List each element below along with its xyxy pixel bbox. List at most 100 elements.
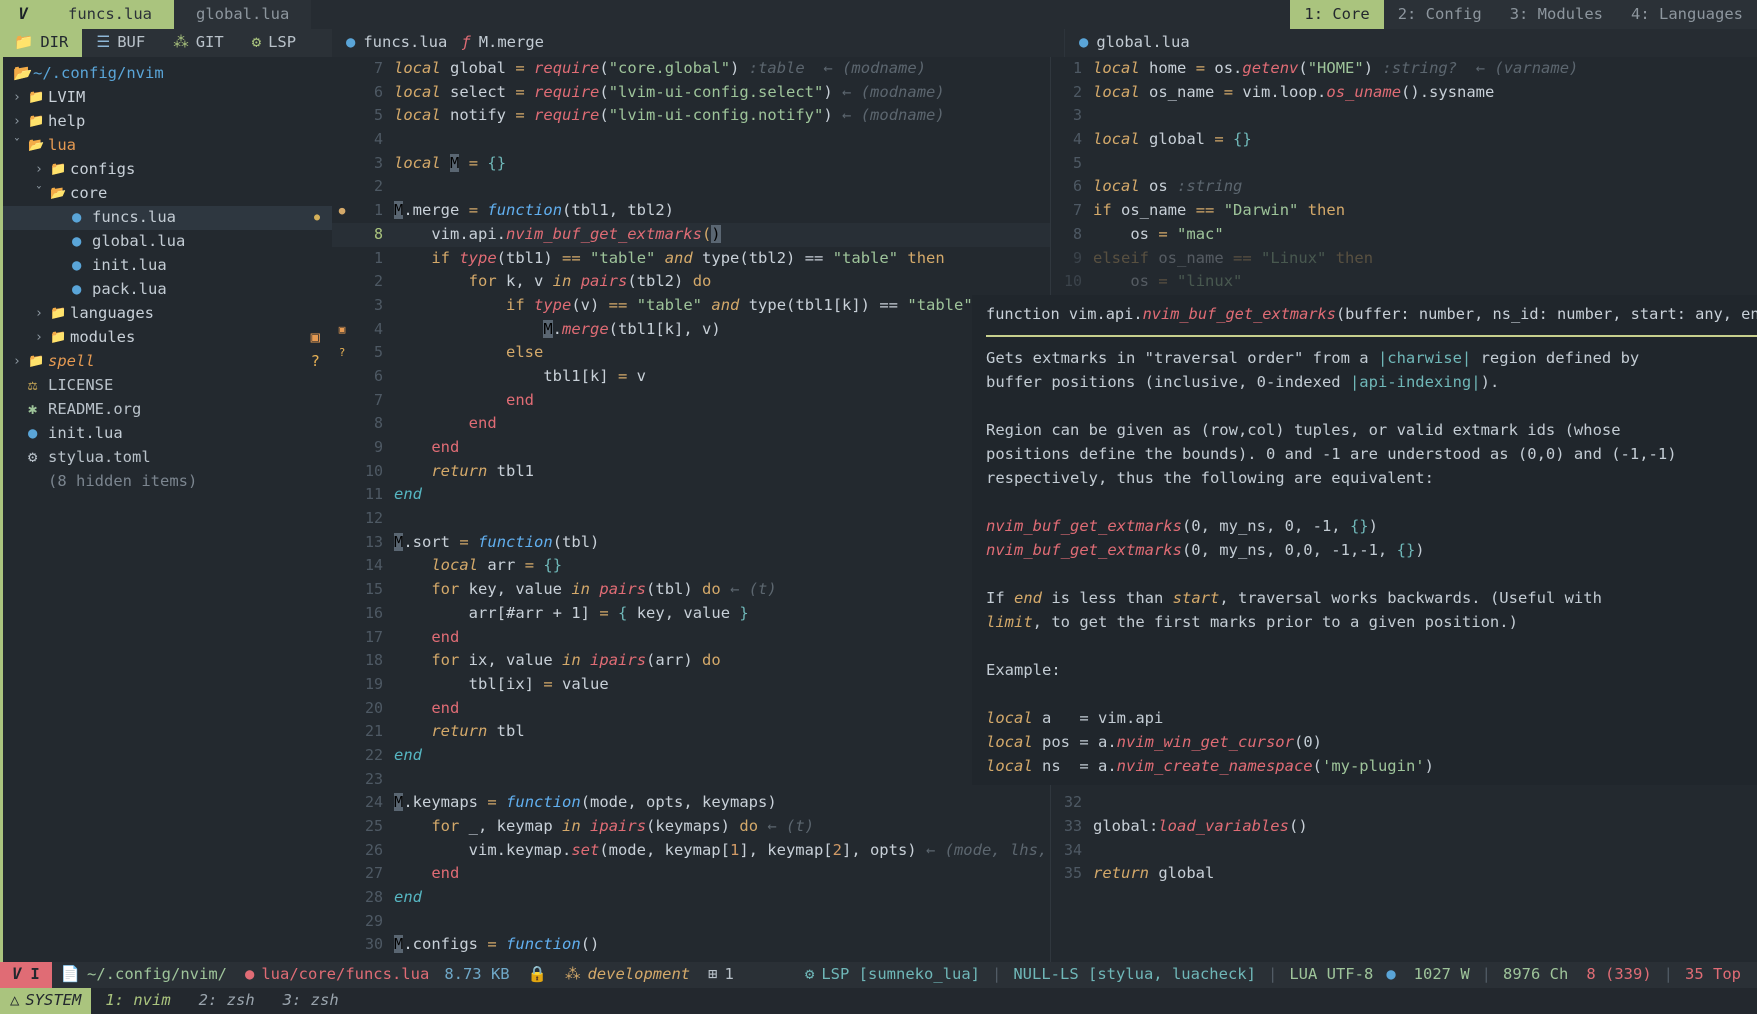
section-tab-languages[interactable]: 4: Languages: [1617, 0, 1757, 29]
code-line[interactable]: 35 return global: [1051, 862, 1757, 886]
code-line[interactable]: 2 for k, v in pairs(tbl2) do: [332, 270, 1050, 294]
chevron-right-icon[interactable]: ›: [35, 302, 50, 326]
code-line[interactable]: 7 if os_name == "Darwin" then: [1051, 199, 1757, 223]
code-line[interactable]: 1 local home = os.getenv("HOME") :string?…: [1051, 57, 1757, 81]
file-indicator[interactable]: ● lua/core/funcs.lua 8.73 KB: [236, 963, 519, 987]
tree-item-init-lua[interactable]: ● init.lua: [3, 254, 332, 278]
code-line[interactable]: 7 end: [332, 389, 1050, 413]
code-line[interactable]: 1 if type(tbl1) == "table" and type(tbl2…: [332, 247, 1050, 271]
cwd-indicator[interactable]: 📄 ~/.config/nvim/: [52, 963, 236, 987]
lsp-indicator[interactable]: ⚙ LSP [sumneko_lua]: [796, 963, 989, 987]
code-line[interactable]: 28 end: [332, 886, 1050, 910]
chevron-right-icon[interactable]: ›: [13, 86, 28, 110]
chevron-right-icon[interactable]: ›: [13, 350, 28, 374]
code-line[interactable]: 6 tbl1[k] = v: [332, 365, 1050, 389]
section-tab-modules[interactable]: 3: Modules: [1495, 0, 1618, 29]
tree-item-core[interactable]: ˇ 📂 core: [3, 182, 332, 206]
code-line[interactable]: 32: [1051, 791, 1757, 815]
chevron-right-icon[interactable]: ›: [35, 326, 50, 350]
buffer-tab-funcs-lua[interactable]: funcs.lua: [46, 0, 174, 29]
code-line[interactable]: 34: [1051, 839, 1757, 863]
tree-item-spell[interactable]: › 📁 spell?: [3, 350, 332, 374]
code-line[interactable]: 20 end: [332, 697, 1050, 721]
code-line[interactable]: 5: [1051, 152, 1757, 176]
file-explorer[interactable]: 📂 ~/.config/nvim › 📁 LVIM › 📁 help ˇ 📂 lua › 📁 conf…: [0, 57, 332, 962]
terminal-tab-zsh-2[interactable]: 2: zsh: [185, 989, 269, 1013]
code-line[interactable]: 26 vim.keymap.set(mode, keymap[1], keyma…: [332, 839, 1050, 863]
code-line[interactable]: 3: [1051, 104, 1757, 128]
toolbar-tab-buf[interactable]: ☰ BUF: [82, 29, 159, 57]
code-line[interactable]: 6 local os :string: [1051, 175, 1757, 199]
code-line[interactable]: 17 end: [332, 626, 1050, 650]
toolbar-tab-dir[interactable]: 📁 DIR: [0, 29, 83, 57]
tree-item-stylua-toml[interactable]: ⚙ stylua.toml: [3, 446, 332, 470]
code-line[interactable]: 5 local notify = require("lvim-ui-config.…: [332, 104, 1050, 128]
code-line[interactable]: 4 local global = {}: [1051, 128, 1757, 152]
explorer-root[interactable]: 📂 ~/.config/nvim: [3, 62, 332, 86]
code-line[interactable]: 3 if type(v) == "table" and type(tbl1[k]…: [332, 294, 1050, 318]
code-line[interactable]: 9 elseif os_name == "Linux" then: [1051, 247, 1757, 271]
code-line[interactable]: 7 local global = require("core.global") :…: [332, 57, 1050, 81]
code-line[interactable]: 11 end: [332, 483, 1050, 507]
code-line[interactable]: 22 end: [332, 744, 1050, 768]
chevron-down-icon[interactable]: ˇ: [35, 182, 50, 206]
code-line[interactable]: ● 1 M.merge = function(tbl1, tbl2): [332, 199, 1050, 223]
chevron-down-icon[interactable]: ˇ: [13, 134, 28, 158]
tree-item-help[interactable]: › 📁 help: [3, 110, 332, 134]
code-line[interactable]: 4: [332, 128, 1050, 152]
code-line[interactable]: 8 vim.api.nvim_buf_get_extmarks(): [332, 222, 1050, 247]
code-line[interactable]: ▣ 4 M.merge(tbl1[k], v): [332, 318, 1050, 342]
tree-item-lvim[interactable]: › 📁 LVIM: [3, 86, 332, 110]
code-line[interactable]: 10 os = "linux": [1051, 270, 1757, 294]
tree-item-readme-org[interactable]: ✱ README.org: [3, 398, 332, 422]
tree-item-lua[interactable]: ˇ 📂 lua: [3, 134, 332, 158]
tree-item-global-lua[interactable]: ● global.lua: [3, 230, 332, 254]
code-line[interactable]: 16 arr[#arr + 1] = { key, value }: [332, 602, 1050, 626]
code-line[interactable]: 2: [332, 175, 1050, 199]
code-line[interactable]: 12: [332, 507, 1050, 531]
code-line[interactable]: 18 for ix, value in ipairs(arr) do: [332, 649, 1050, 673]
code-line[interactable]: 27 end: [332, 862, 1050, 886]
git-branch-indicator[interactable]: ⁂ development: [556, 963, 699, 987]
code-line[interactable]: 14 local arr = {}: [332, 554, 1050, 578]
toolbar-tab-git[interactable]: ⁂ GIT: [159, 29, 238, 57]
chevron-right-icon[interactable]: ›: [35, 158, 50, 182]
code-line[interactable]: 3 local M = {}: [332, 152, 1050, 176]
code-line[interactable]: 8 os = "mac": [1051, 223, 1757, 247]
tree-item-init-lua[interactable]: ● init.lua: [3, 422, 332, 446]
system-indicator[interactable]: △ SYSTEM: [0, 988, 92, 1014]
tree-item-modules[interactable]: › 📁 modules ▣: [3, 326, 332, 350]
code-line[interactable]: 30 M.configs = function(): [332, 933, 1050, 957]
terminal-tab-zsh-3[interactable]: 3: zsh: [269, 989, 353, 1013]
tree-item--8-hidden-items-[interactable]: (8 hidden items): [3, 470, 332, 494]
tree-item-pack-lua[interactable]: ● pack.lua: [3, 278, 332, 302]
chevron-right-icon[interactable]: ›: [13, 110, 28, 134]
code-line[interactable]: 13 M.sort = function(tbl): [332, 531, 1050, 555]
code-line[interactable]: 29: [332, 910, 1050, 934]
tree-item-funcs-lua[interactable]: ● funcs.lua ●: [3, 206, 332, 230]
null-ls-indicator[interactable]: NULL-LS [stylua, luacheck]: [1004, 963, 1265, 987]
code-line[interactable]: 8 end: [332, 412, 1050, 436]
tree-item-configs[interactable]: › 📁 configs: [3, 158, 332, 182]
code-line[interactable]: 15 for key, value in pairs(tbl) do ← (t): [332, 578, 1050, 602]
tree-item-license[interactable]: ⚖ LICENSE: [3, 374, 332, 398]
terminal-tab-nvim[interactable]: 1: nvim: [91, 989, 184, 1013]
tree-item-label: init.lua: [48, 424, 123, 443]
code-line[interactable]: 25 for _, keymap in ipairs(keymaps) do ←…: [332, 815, 1050, 839]
code-line[interactable]: 6 local select = require("lvim-ui-config.…: [332, 81, 1050, 105]
buffer-tab-global-lua[interactable]: global.lua: [174, 0, 312, 29]
code-line[interactable]: 9 end: [332, 436, 1050, 460]
tree-item-languages[interactable]: › 📁 languages: [3, 302, 332, 326]
section-tab-config[interactable]: 2: Config: [1383, 0, 1496, 29]
code-line[interactable]: 21 return tbl: [332, 720, 1050, 744]
code-line[interactable]: 19 tbl[ix] = value: [332, 673, 1050, 697]
code-line[interactable]: 33 global:load_variables(): [1051, 815, 1757, 839]
code-line[interactable]: ? 5 else: [332, 341, 1050, 365]
toolbar-tab-lsp[interactable]: ⚙ LSP: [238, 29, 310, 57]
code-line[interactable]: 10 return tbl1: [332, 460, 1050, 484]
code-line[interactable]: 23: [332, 768, 1050, 792]
section-tab-core[interactable]: 1: Core: [1290, 0, 1384, 29]
code-line[interactable]: 24 M.keymaps = function(mode, opts, keyma…: [332, 791, 1050, 815]
code-line[interactable]: 2 local os_name = vim.loop.os_uname().sys…: [1051, 81, 1757, 105]
editor-pane-funcs-lua[interactable]: 7 local global = require("core.global") :…: [332, 57, 1050, 962]
